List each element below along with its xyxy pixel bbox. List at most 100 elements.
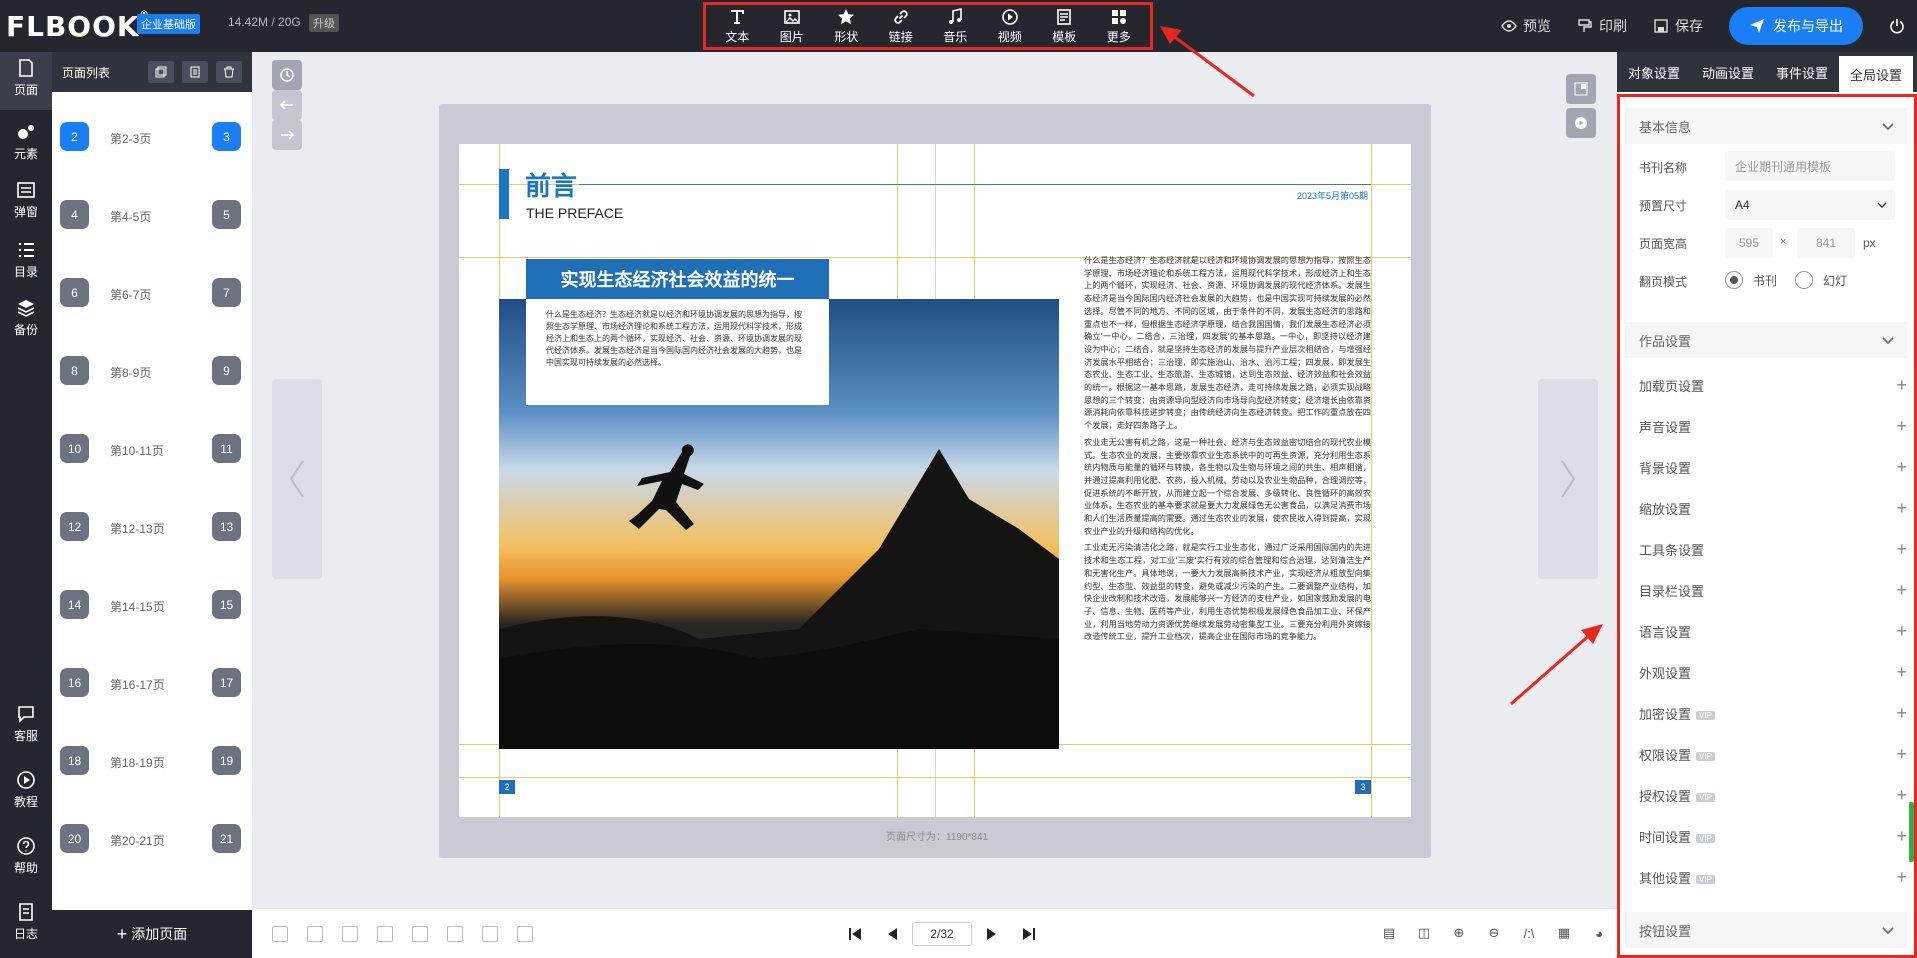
align-top-icon[interactable] xyxy=(377,926,393,942)
delete-page-icon[interactable] xyxy=(216,61,243,83)
publish-export-button[interactable]: 发布与导出 xyxy=(1729,7,1863,45)
tool-music[interactable]: 音乐 xyxy=(943,7,967,45)
double-page-icon[interactable]: ◫ xyxy=(1416,924,1432,942)
page-thumbnail-icon[interactable] xyxy=(1566,74,1596,104)
page-list-header: 页面列表 xyxy=(52,52,252,92)
zoom-out-icon[interactable]: ⊖ xyxy=(1486,924,1502,942)
copy-page-icon[interactable] xyxy=(182,61,209,83)
book-spread: 前言 THE PREFACE 2023年5月第05期 实现生态经济社会效益的统一… xyxy=(459,144,1411,817)
history-icon[interactable] xyxy=(272,60,302,90)
nav-toc[interactable]: 目录 xyxy=(0,232,52,290)
nav-pages[interactable]: 页面 xyxy=(0,52,52,110)
nav-backup[interactable]: 备份 xyxy=(0,290,52,348)
page-label: 第20-21页 xyxy=(110,834,165,848)
page-indicator-input[interactable]: 2/32 xyxy=(912,922,972,946)
nav-tutorial[interactable]: 教程 xyxy=(0,770,52,820)
page-list-item[interactable]: 2 第2-3页 3 xyxy=(52,108,252,186)
page-number-badge: 18 xyxy=(60,746,89,775)
align-middle-icon[interactable] xyxy=(412,926,428,942)
zoom-in-icon[interactable]: ⊕ xyxy=(1451,924,1467,942)
page-list-item[interactable]: 14 第14-15页 15 xyxy=(52,576,252,654)
prev-page-arrow[interactable] xyxy=(272,379,322,579)
page-list-item[interactable]: 8 第8-9页 9 xyxy=(52,342,252,420)
prev-page-icon[interactable] xyxy=(885,926,901,942)
single-page-icon[interactable]: ▤ xyxy=(1381,924,1397,942)
distribute-vertical-icon[interactable] xyxy=(517,926,533,942)
book-subheading[interactable]: THE PREFACE xyxy=(526,205,623,221)
nav-log[interactable]: 日志 xyxy=(0,902,52,952)
tool-shape[interactable]: 形状 xyxy=(834,8,858,45)
page-list-item[interactable]: 16 第16-17页 17 xyxy=(52,654,252,732)
last-page-icon[interactable] xyxy=(1021,926,1037,942)
settings-toggle-icon[interactable]: ◕ xyxy=(1591,924,1607,942)
power-icon[interactable] xyxy=(1877,18,1917,34)
page-list-item[interactable]: 10 第10-11页 11 xyxy=(52,420,252,498)
issue-date[interactable]: 2023年5月第05期 xyxy=(1297,189,1368,202)
page-list-item[interactable]: 4 第4-5页 5 xyxy=(52,186,252,264)
nav-popup[interactable]: 弹窗 xyxy=(0,172,52,230)
book-heading[interactable]: 前言 xyxy=(525,166,577,203)
paragraph: 农业走无公害有机之路，这是一种社会、经济与生态效益密切结合的现代农业模式。生态农… xyxy=(1084,436,1371,536)
distribute-horizontal-icon[interactable] xyxy=(482,926,498,942)
tool-text[interactable]: 文本 xyxy=(725,8,749,45)
log-icon xyxy=(19,903,33,921)
guides-toggle-icon[interactable]: /:\ xyxy=(1521,924,1537,942)
redo-icon[interactable] xyxy=(272,120,302,150)
page-list-item[interactable]: 12 第12-13页 13 xyxy=(52,498,252,576)
page-label: 第18-19页 xyxy=(110,756,165,770)
top-actions: 预览 印刷 保存 发布与导出 xyxy=(1501,0,1917,52)
page-list-item[interactable]: 18 第18-19页 19 xyxy=(52,732,252,810)
tool-template[interactable]: 模板 xyxy=(1052,8,1076,45)
align-bottom-icon[interactable] xyxy=(447,926,463,942)
image-icon xyxy=(783,9,800,24)
page-number-badge: 13 xyxy=(212,512,241,541)
align-center-icon[interactable] xyxy=(307,926,323,942)
tab-object-settings[interactable]: 对象设置 xyxy=(1617,52,1691,92)
body-text-column[interactable]: 什么是生态经济？生态经济就是以经济和环境协调发展的思想为指导，按照生态学原理、市… xyxy=(1084,254,1371,744)
guide-line xyxy=(1371,144,1372,817)
play-circle-icon xyxy=(17,771,35,789)
more-grid-icon xyxy=(1111,9,1126,24)
next-page-icon[interactable] xyxy=(983,926,999,942)
tab-global-settings[interactable]: 全局设置 xyxy=(1839,56,1914,92)
nav-support[interactable]: 客服 xyxy=(0,704,52,754)
tool-image[interactable]: 图片 xyxy=(780,8,804,45)
page-number-badge: 16 xyxy=(60,668,89,697)
play-preview-icon[interactable] xyxy=(1566,108,1596,138)
page-number-badge: 14 xyxy=(60,590,89,619)
paragraph: 什么是生态经济？生态经济就是以经济和环境协调发展的思想为指导，按照生态学原理、市… xyxy=(1084,255,1371,431)
logo: FLBOOK® xyxy=(6,10,149,43)
tool-more[interactable]: 更多 xyxy=(1107,8,1131,45)
annotation-arrow xyxy=(1510,624,1603,706)
preview-button[interactable]: 预览 xyxy=(1501,16,1551,36)
upgrade-button[interactable]: 升级 xyxy=(309,14,339,32)
first-page-icon[interactable] xyxy=(847,926,863,942)
next-page-arrow[interactable] xyxy=(1538,379,1598,579)
tool-link[interactable]: 链接 xyxy=(889,8,913,45)
eye-icon xyxy=(1501,20,1517,32)
page-list-item[interactable]: 6 第6-7页 7 xyxy=(52,264,252,342)
tool-video[interactable]: 视频 xyxy=(998,8,1022,45)
page-number-right: 3 xyxy=(1355,780,1371,794)
align-right-icon[interactable] xyxy=(342,926,358,942)
intro-textbox[interactable]: 什么是生态经济？生态经济就是以经济和环境协调发展的思想为指导，按照生态学原理、市… xyxy=(526,299,829,405)
grid-icon[interactable]: ▦ xyxy=(1556,924,1572,942)
save-button[interactable]: 保存 xyxy=(1653,16,1703,36)
section-banner[interactable]: 实现生态经济社会效益的统一 xyxy=(526,259,829,299)
duplicate-page-icon[interactable] xyxy=(148,61,175,83)
tab-event-settings[interactable]: 事件设置 xyxy=(1765,52,1839,92)
page-number-badge: 21 xyxy=(212,824,241,853)
nav-elements[interactable]: 元素 xyxy=(0,114,52,172)
plus-icon: + xyxy=(116,923,128,944)
undo-icon[interactable] xyxy=(272,90,302,120)
star-icon xyxy=(838,8,855,24)
page-number-badge: 17 xyxy=(212,668,241,697)
add-page-button[interactable]: + 添加页面 xyxy=(52,910,252,958)
page-list-panel: 页面列表 2 第2-3页 3 4 第4-5页 5 6 第6-7页 7 8 第8-9页 9 10 第10-1… xyxy=(52,52,252,958)
align-left-icon[interactable] xyxy=(272,926,288,942)
nav-help[interactable]: 帮助 xyxy=(0,836,52,886)
print-button[interactable]: 印刷 xyxy=(1577,16,1627,36)
text-icon xyxy=(731,9,745,24)
page-list-item[interactable]: 20 第20-21页 21 xyxy=(52,810,252,888)
tab-animation-settings[interactable]: 动画设置 xyxy=(1691,52,1765,92)
